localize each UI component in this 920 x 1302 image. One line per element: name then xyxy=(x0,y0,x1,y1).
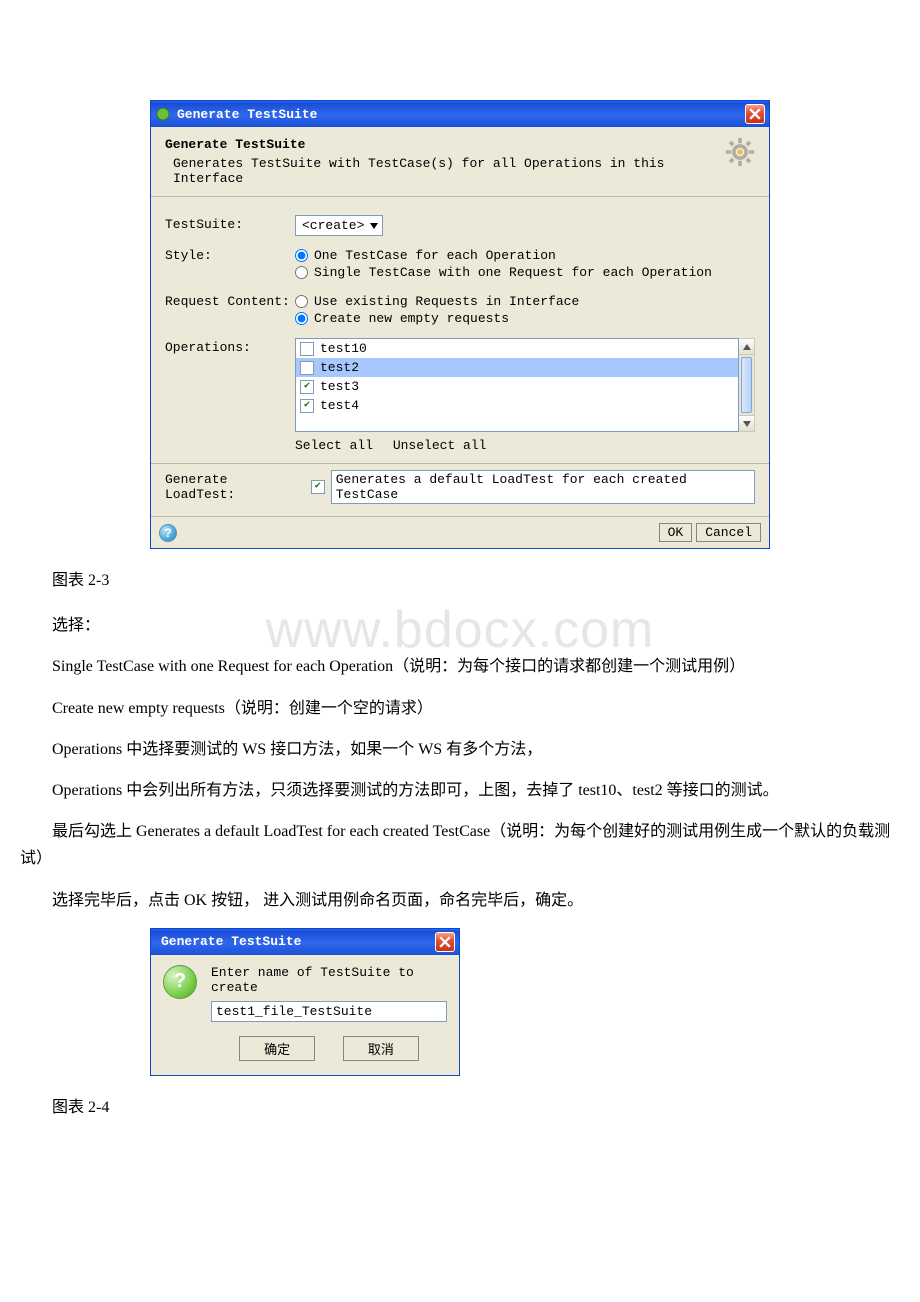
dialog-titlebar: Generate TestSuite xyxy=(151,101,769,127)
generate-loadtest-label: Generate LoadTest: xyxy=(165,472,303,502)
request-content-label: Request Content: xyxy=(165,292,295,309)
close-button[interactable] xyxy=(435,932,455,952)
dialog-title: Generate TestSuite xyxy=(177,107,745,122)
question-icon: ? xyxy=(163,965,197,999)
reqcontent-option-new[interactable]: Create new empty requests xyxy=(295,311,755,326)
operations-item[interactable]: test4 xyxy=(296,396,738,415)
body-text: Create new empty requests（说明：创建一个空的请求） xyxy=(20,695,900,722)
arrow-down-icon xyxy=(743,421,751,427)
style-option-each[interactable]: One TestCase for each Operation xyxy=(295,248,755,263)
body-text: 选择： xyxy=(20,612,900,639)
operations-item[interactable]: test2 xyxy=(296,358,738,377)
reqcontent-radio-new[interactable] xyxy=(295,312,308,325)
testsuite-combo[interactable]: <create> xyxy=(295,215,383,236)
cancel-button[interactable]: Cancel xyxy=(696,523,761,542)
generate-testsuite-dialog: Generate TestSuite Generate TestSuite Ge… xyxy=(150,100,770,549)
testsuite-label: TestSuite: xyxy=(165,215,295,232)
header-description: Generates TestSuite with TestCase(s) for… xyxy=(173,156,725,186)
operations-label: Operations: xyxy=(165,338,295,355)
style-option-single-label: Single TestCase with one Request for eac… xyxy=(314,265,712,280)
name-prompt: Enter name of TestSuite to create xyxy=(211,965,447,995)
checkbox-icon[interactable] xyxy=(300,399,314,413)
scroll-up-button[interactable] xyxy=(739,339,754,355)
reqcontent-existing-label: Use existing Requests in Interface xyxy=(314,294,579,309)
dialog-title: Generate TestSuite xyxy=(155,934,435,949)
body-text: Operations 中会列出所有方法，只须选择要测试的方法即可，上图，去掉了 … xyxy=(20,777,900,804)
operations-item[interactable]: test10 xyxy=(296,339,738,358)
operations-item-label: test2 xyxy=(320,360,359,375)
body-text: Operations 中选择要测试的 WS 接口方法，如果一个 WS 有多个方法… xyxy=(20,736,900,763)
style-radio-single[interactable] xyxy=(295,266,308,279)
figure-caption: 图表 2-3 xyxy=(20,567,900,594)
dialog-header: Generate TestSuite Generates TestSuite w… xyxy=(151,127,769,197)
arrow-up-icon xyxy=(743,344,751,350)
scroll-thumb[interactable] xyxy=(741,357,752,413)
header-title: Generate TestSuite xyxy=(165,137,725,152)
close-button[interactable] xyxy=(745,104,765,124)
cancel-button[interactable]: 取消 xyxy=(343,1036,419,1061)
ok-button[interactable]: OK xyxy=(659,523,693,542)
help-icon[interactable]: ? xyxy=(159,524,177,542)
chevron-down-icon xyxy=(370,223,378,229)
testsuite-combo-value: <create> xyxy=(302,218,364,233)
ok-button[interactable]: 确定 xyxy=(239,1036,315,1061)
body-text: 最后勾选上 Generates a default LoadTest for e… xyxy=(20,818,900,872)
dialog-bottombar: ? OK Cancel xyxy=(151,516,769,548)
generate-loadtest-text: Generates a default LoadTest for each cr… xyxy=(331,470,755,504)
app-icon xyxy=(155,106,171,122)
operations-item-label: test4 xyxy=(320,398,359,413)
scroll-down-button[interactable] xyxy=(739,415,754,431)
dialog-titlebar: Generate TestSuite xyxy=(151,929,459,955)
figure-caption: 图表 2-4 xyxy=(20,1094,900,1121)
checkbox-icon[interactable] xyxy=(300,361,314,375)
body-text: Single TestCase with one Request for eac… xyxy=(20,653,900,680)
checkbox-icon[interactable] xyxy=(300,342,314,356)
operations-listbox[interactable]: test10 test2 test3 xyxy=(295,338,739,432)
generate-loadtest-checkbox[interactable] xyxy=(311,480,325,494)
testsuite-name-input[interactable] xyxy=(211,1001,447,1022)
operations-item[interactable]: test3 xyxy=(296,377,738,396)
name-testsuite-dialog: Generate TestSuite ? Enter name of TestS… xyxy=(150,928,460,1076)
reqcontent-new-label: Create new empty requests xyxy=(314,311,509,326)
divider xyxy=(151,463,769,464)
reqcontent-option-existing[interactable]: Use existing Requests in Interface xyxy=(295,294,755,309)
style-option-single[interactable]: Single TestCase with one Request for eac… xyxy=(295,265,755,280)
body-text: 选择完毕后，点击 OK 按钮， 进入测试用例命名页面，命名完毕后，确定。 xyxy=(20,887,900,914)
reqcontent-radio-existing[interactable] xyxy=(295,295,308,308)
style-radio-each[interactable] xyxy=(295,249,308,262)
style-label: Style: xyxy=(165,246,295,263)
unselect-all-link[interactable]: Unselect all xyxy=(393,438,487,453)
operations-item-label: test3 xyxy=(320,379,359,394)
style-option-each-label: One TestCase for each Operation xyxy=(314,248,556,263)
operations-item-label: test10 xyxy=(320,341,367,356)
select-all-link[interactable]: Select all xyxy=(295,438,373,453)
gear-icon xyxy=(725,137,755,167)
checkbox-icon[interactable] xyxy=(300,380,314,394)
operations-scrollbar[interactable] xyxy=(739,338,755,432)
